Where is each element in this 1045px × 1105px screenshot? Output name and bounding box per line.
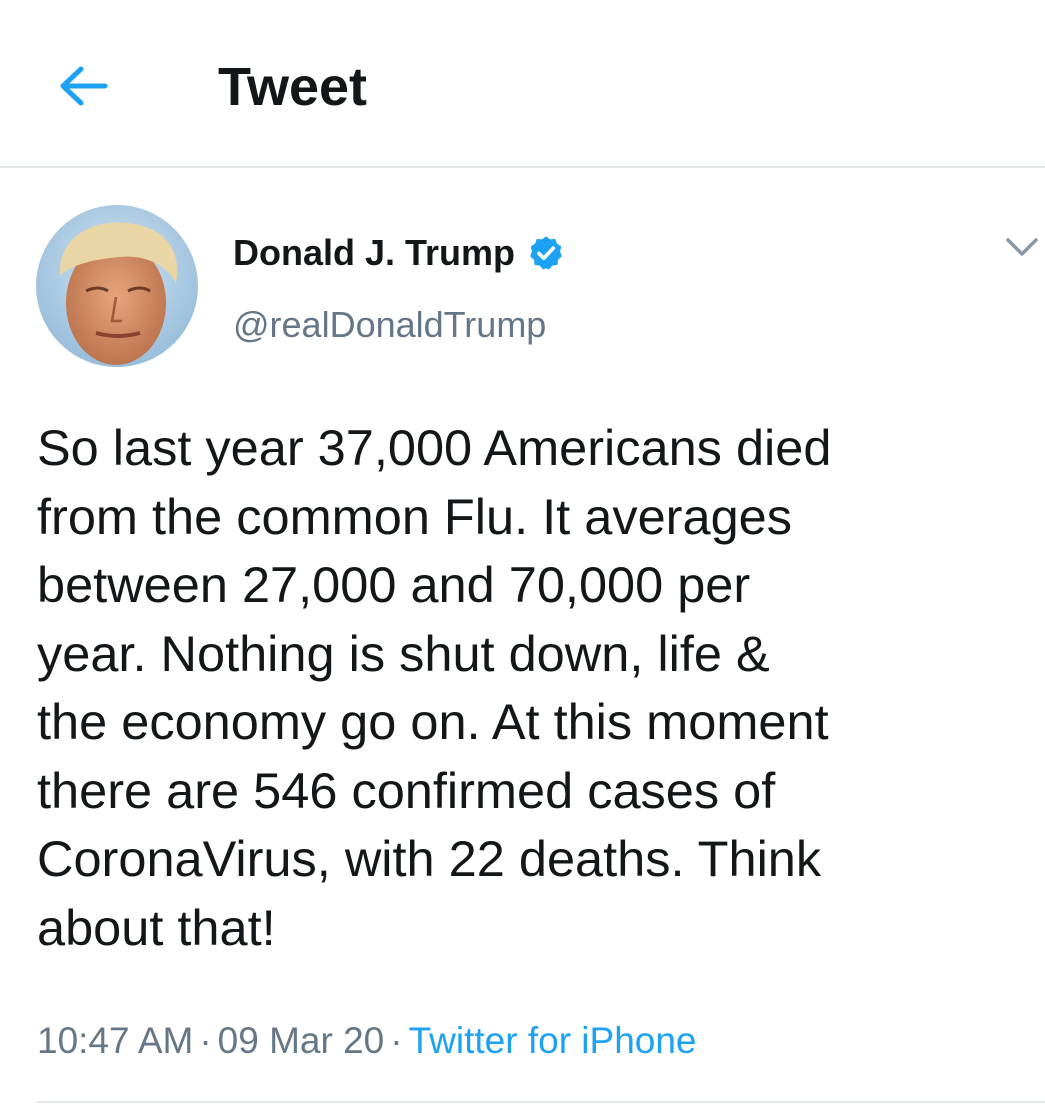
divider (37, 1101, 1045, 1103)
tweet-metadata: 10:47 AM · 09 Mar 20 · Twitter for iPhone (37, 1016, 697, 1066)
author-name[interactable]: Donald J. Trump (233, 230, 565, 276)
tweet-time: 10:47 AM (37, 1020, 194, 1061)
separator-dot: · (390, 1020, 403, 1061)
separator-dot: · (199, 1020, 212, 1061)
back-button[interactable] (52, 58, 116, 114)
page-title: Tweet (218, 57, 368, 117)
tweet-date: 09 Mar 20 (217, 1020, 385, 1061)
avatar-image (36, 205, 198, 367)
chevron-down-icon (1006, 238, 1038, 256)
tweet-text: So last year 37,000 Americans died from … (37, 419, 832, 956)
avatar[interactable] (36, 205, 198, 367)
top-bar: Tweet (0, 0, 1045, 168)
tweet-source-link[interactable]: Twitter for iPhone (409, 1020, 697, 1061)
verified-badge-icon (530, 236, 562, 270)
author-handle[interactable]: @realDonaldTrump (233, 302, 546, 348)
arrow-left-icon (60, 66, 108, 106)
tweet-menu-button[interactable] (1002, 232, 1042, 262)
author-name-text: Donald J. Trump (233, 232, 516, 273)
